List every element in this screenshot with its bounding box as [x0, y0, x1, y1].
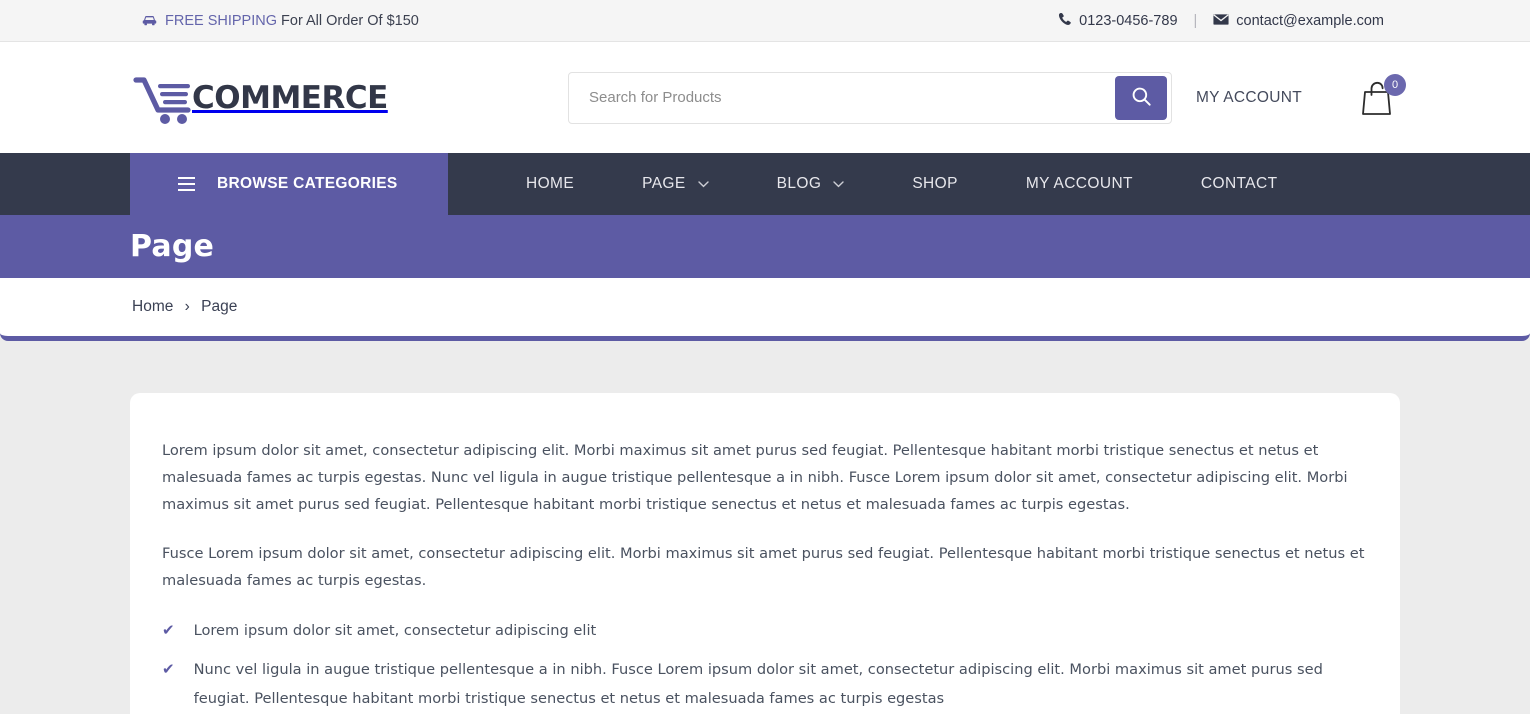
- nav-label: CONTACT: [1200, 175, 1278, 192]
- content-paragraph-1: Lorem ipsum dolor sit amet, consectetur …: [162, 442, 1348, 513]
- email-address: contact@example.com: [1236, 12, 1384, 29]
- contact-info: 0123-0456-789 | contact@example.com: [1058, 12, 1384, 29]
- list-item-text: Lorem ipsum dolor sit amet, consectetur …: [193, 622, 597, 639]
- search-button[interactable]: [1115, 75, 1167, 120]
- cart-count-badge: 0: [1384, 73, 1406, 96]
- search-icon: [1131, 86, 1152, 110]
- free-shipping-text: FREE SHIPPING For All Order Of $150: [165, 13, 419, 29]
- shopping-cart-logo-icon: [132, 74, 194, 126]
- email-contact[interactable]: contact@example.com: [1213, 13, 1384, 29]
- nav-item-page[interactable]: PAGE: [608, 153, 743, 215]
- breadcrumb-separator: ›: [184, 298, 190, 315]
- envelope-icon: [1213, 13, 1229, 29]
- main-content: Lorem ipsum dolor sit amet, consectetur …: [0, 341, 1530, 714]
- nav-label: PAGE: [642, 175, 686, 192]
- search-input[interactable]: [573, 76, 1115, 119]
- nav-label: MY ACCOUNT: [1025, 175, 1133, 192]
- browse-categories-button[interactable]: BROWSE CATEGORIES: [130, 153, 448, 215]
- list-item: ✔ Lorem ipsum dolor sit amet, consectetu…: [162, 616, 1368, 645]
- chevron-down-icon: [697, 180, 709, 191]
- nav-item-blog[interactable]: BLOG: [743, 153, 879, 215]
- breadcrumb-home[interactable]: Home: [132, 298, 173, 315]
- breadcrumb-current: Page: [201, 298, 238, 315]
- nav-label: SHOP: [912, 175, 958, 192]
- page-title: Page: [130, 229, 215, 264]
- phone-icon: [1058, 12, 1072, 29]
- breadcrumb: Home › Page: [132, 298, 237, 316]
- site-header: COMMERCE MY ACCOUNT 0: [0, 42, 1530, 153]
- check-icon: ✔: [162, 660, 175, 678]
- browse-categories-label: BROWSE CATEGORIES: [217, 175, 398, 192]
- feature-list: ✔ Lorem ipsum dolor sit amet, consectetu…: [162, 616, 1368, 713]
- contact-separator: |: [1193, 12, 1198, 29]
- my-account-link[interactable]: MY ACCOUNT: [1196, 89, 1302, 107]
- breadcrumb-bar: Home › Page: [0, 278, 1530, 341]
- content-card: Lorem ipsum dolor sit amet, consectetur …: [130, 393, 1400, 714]
- phone-number: 0123-0456-789: [1079, 12, 1178, 29]
- nav-label: BLOG: [776, 175, 822, 192]
- chevron-down-icon: [833, 180, 845, 191]
- nav-menu: HOME PAGE BLOG SHOP MY ACCOUNT CONTACT: [448, 153, 1311, 215]
- shopping-bag-icon: [1360, 81, 1398, 122]
- page-title-banner: Page: [0, 215, 1530, 278]
- nav-label: HOME: [526, 175, 575, 192]
- site-logo[interactable]: COMMERCE: [132, 70, 388, 126]
- hamburger-icon: [178, 176, 195, 192]
- top-info-bar: FREE SHIPPING For All Order Of $150 0123…: [0, 0, 1530, 42]
- logo-text: COMMERCE: [192, 79, 388, 116]
- header-actions: MY ACCOUNT 0: [1196, 73, 1406, 118]
- nav-item-shop[interactable]: SHOP: [878, 153, 992, 215]
- content-paragraph-2: Fusce Lorem ipsum dolor sit amet, consec…: [162, 545, 1365, 589]
- free-shipping-notice: FREE SHIPPING For All Order Of $150: [142, 13, 419, 29]
- nav-item-home[interactable]: HOME: [492, 153, 608, 215]
- search-bar: [568, 71, 1172, 124]
- check-icon: ✔: [162, 621, 175, 639]
- car-icon: [142, 13, 157, 28]
- free-shipping-rest: For All Order Of $150: [277, 12, 419, 29]
- free-shipping-highlight: FREE SHIPPING: [165, 12, 277, 29]
- main-navigation-bar: BROWSE CATEGORIES HOME PAGE BLOG SHOP MY…: [0, 153, 1530, 215]
- list-item: ✔ Nunc vel ligula in augue tristique pel…: [162, 655, 1368, 713]
- cart-button[interactable]: 0: [1360, 73, 1406, 118]
- list-item-text: Nunc vel ligula in augue tristique pelle…: [193, 661, 1323, 707]
- nav-item-contact[interactable]: CONTACT: [1167, 153, 1312, 215]
- phone-contact[interactable]: 0123-0456-789: [1058, 12, 1178, 29]
- nav-item-my-account[interactable]: MY ACCOUNT: [992, 153, 1167, 215]
